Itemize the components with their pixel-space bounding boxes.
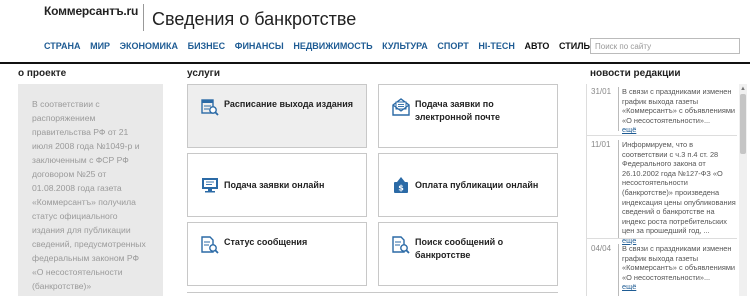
news-text: В связи с праздниками изменен график вых… xyxy=(622,87,738,135)
news-date: 31/01 xyxy=(591,87,612,96)
tile-bankruptcy-search[interactable]: Поиск сообщений о банкротстве xyxy=(378,222,558,286)
tile-label: Подача заявки онлайн xyxy=(224,180,325,190)
page-title: Сведения о банкротстве xyxy=(152,9,357,29)
nav-item-mir[interactable]: МИР xyxy=(90,41,110,53)
tile-email-request[interactable]: Подача заявки по электронной почте xyxy=(378,84,558,148)
email-icon xyxy=(392,98,410,116)
document-search-icon xyxy=(392,236,410,254)
calendar-search-icon xyxy=(201,99,219,116)
tile-online-payment[interactable]: $ Оплата публикации онлайн xyxy=(378,153,558,217)
tile-publication-schedule[interactable]: Расписание выхода издания xyxy=(187,84,367,148)
tile-label: Оплата публикации онлайн xyxy=(415,180,539,190)
news-divider xyxy=(587,135,737,136)
news-item: 04/04 В связи с праздниками изменен граф… xyxy=(587,244,737,296)
tile-label: Поиск сообщений о банкротстве xyxy=(415,237,504,260)
header-rule xyxy=(0,62,750,64)
nav-item-sport[interactable]: СПОРТ xyxy=(437,41,468,53)
tile-label: Подача заявки по электронной почте xyxy=(415,99,501,122)
svg-text:$: $ xyxy=(398,184,404,193)
news-scrollbar[interactable]: ▲ xyxy=(739,84,747,296)
about-heading: о проекте xyxy=(18,68,67,79)
news-rule xyxy=(618,87,619,131)
services-heading: услуги xyxy=(187,68,220,79)
tile-label: Расписание выхода издания xyxy=(224,99,354,109)
news-item: 11/01 Информируем, что в соответствии с … xyxy=(587,140,737,245)
header-divider xyxy=(143,4,144,31)
news-heading: новости редакции xyxy=(590,68,681,79)
about-box: В соответствии с распоряжением правитель… xyxy=(18,84,163,296)
scroll-up-arrow-icon[interactable]: ▲ xyxy=(739,86,747,92)
news-date: 04/04 xyxy=(591,244,612,253)
payment-icon: $ xyxy=(394,177,408,193)
nav-item-strana[interactable]: СТРАНА xyxy=(44,41,80,53)
nav-item-kultura[interactable]: КУЛЬТУРА xyxy=(382,41,428,53)
nav-item-biznes[interactable]: БИЗНЕС xyxy=(188,41,226,53)
nav-item-stil[interactable]: СТИЛЬ xyxy=(559,41,590,53)
search-input[interactable] xyxy=(590,38,740,54)
tile-message-status[interactable]: Статус сообщения xyxy=(187,222,367,286)
monitor-icon xyxy=(202,178,218,193)
news-date: 11/01 xyxy=(591,140,611,149)
nav-item-nedvizhimost[interactable]: НЕДВИЖИМОСТЬ xyxy=(293,41,372,53)
nav-item-avto[interactable]: АВТО xyxy=(524,41,549,53)
document-search-icon xyxy=(201,236,219,254)
news-more-link[interactable]: ещё xyxy=(622,125,738,135)
news-body: Информируем, что в соответствии с ч.3 п.… xyxy=(622,140,736,236)
news-list[interactable]: 31/01 В связи с праздниками изменен граф… xyxy=(586,84,746,296)
news-body: В связи с праздниками изменен график вых… xyxy=(622,244,736,282)
tiles-next-row-edge xyxy=(187,292,558,296)
nav-item-finansy[interactable]: ФИНАНСЫ xyxy=(235,41,284,53)
news-rule xyxy=(618,140,619,238)
site-logo[interactable]: Коммерсантъ.ru xyxy=(44,4,138,18)
nav-item-ekonomika[interactable]: ЭКОНОМИКА xyxy=(120,41,178,53)
news-text: В связи с праздниками изменен график вых… xyxy=(622,244,738,292)
news-more-link[interactable]: ещё xyxy=(622,282,738,292)
tile-online-request[interactable]: Подача заявки онлайн xyxy=(187,153,367,217)
news-body: В связи с праздниками изменен график вых… xyxy=(622,87,736,125)
tile-label: Статус сообщения xyxy=(224,237,308,247)
scrollbar-thumb[interactable] xyxy=(740,94,746,154)
nav-item-hitech[interactable]: HI-TECH xyxy=(478,41,515,53)
about-text: В соответствии с распоряжением правитель… xyxy=(32,99,146,291)
news-text: Информируем, что в соответствии с ч.3 п.… xyxy=(622,140,738,246)
news-divider xyxy=(587,238,737,239)
news-item: 31/01 В связи с праздниками изменен граф… xyxy=(587,87,738,135)
main-nav: СТРАНА МИР ЭКОНОМИКА БИЗНЕС ФИНАНСЫ НЕДВ… xyxy=(44,41,600,53)
news-rule xyxy=(618,244,619,296)
